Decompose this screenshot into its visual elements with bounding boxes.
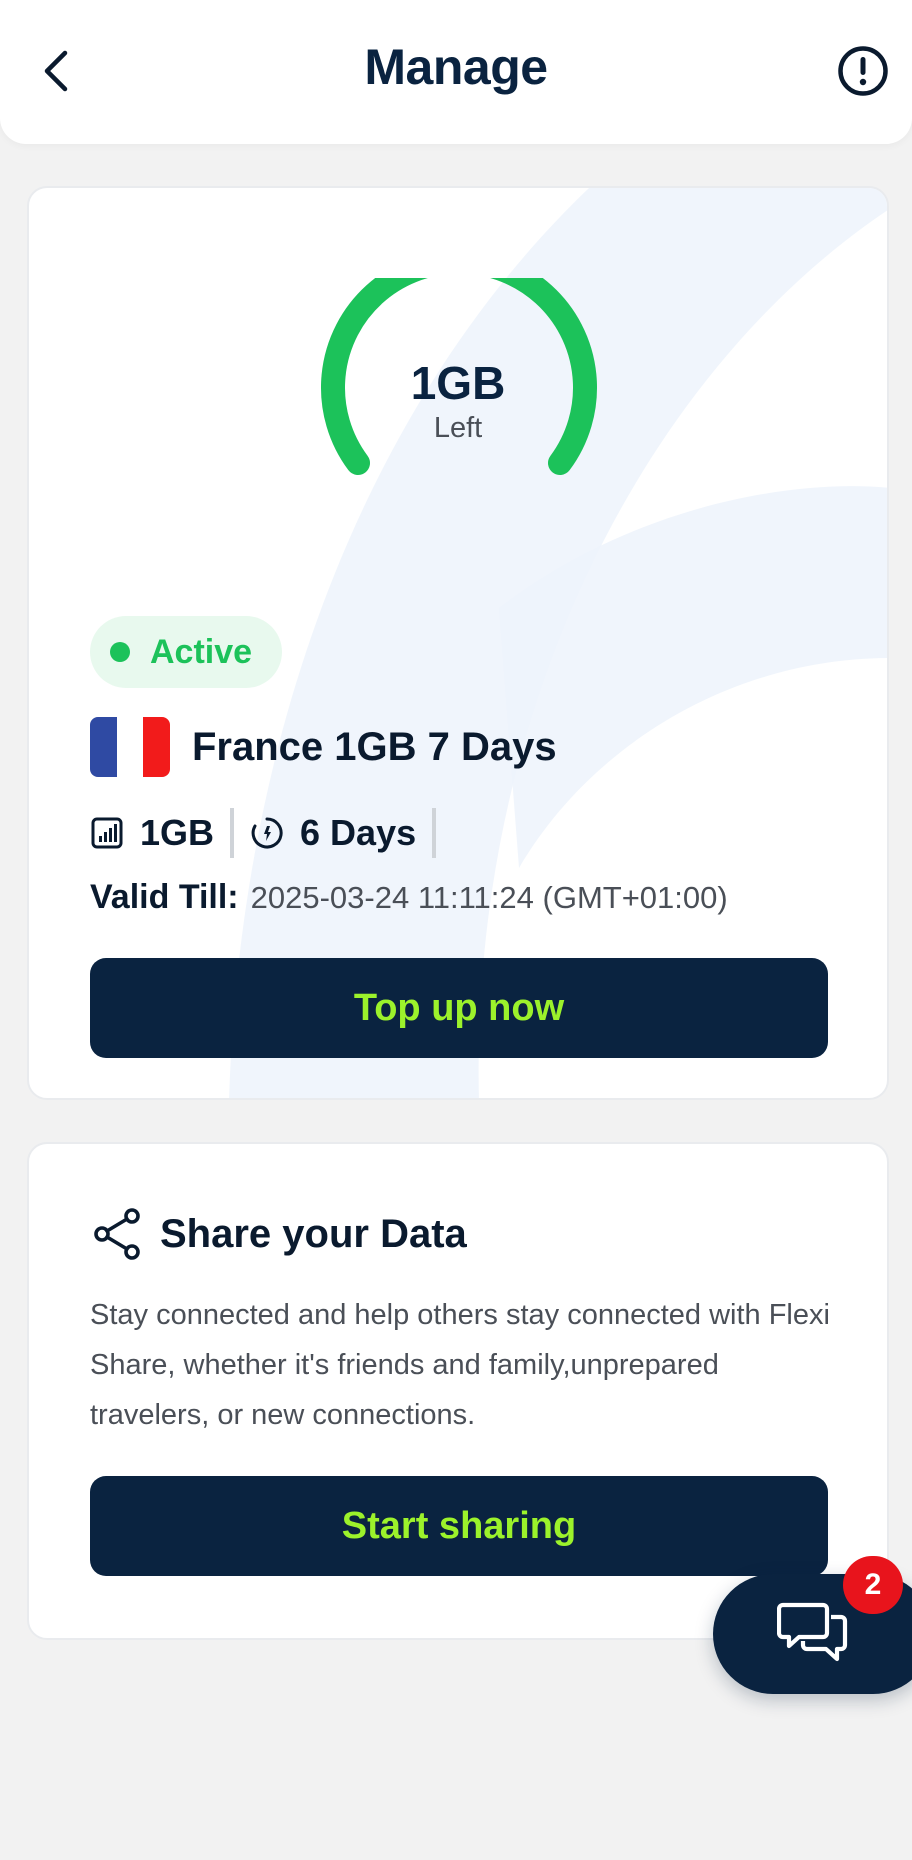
france-flag-icon — [90, 717, 170, 777]
chat-bubbles-icon — [777, 1602, 848, 1662]
info-button[interactable] — [832, 40, 894, 102]
chat-badge-count: 2 — [843, 1556, 903, 1614]
data-gauge: 1GB Left — [29, 278, 887, 538]
plan-name: France 1GB 7 Days — [192, 724, 557, 769]
valid-till-value: 2025-03-24 11:11:24 (GMT+01:00) — [250, 880, 728, 915]
share-header: Share your Data — [90, 1204, 467, 1264]
signal-bars-icon — [90, 816, 124, 850]
start-sharing-button[interactable]: Start sharing — [90, 1476, 828, 1576]
status-badge: Active — [90, 616, 282, 688]
meta-divider — [230, 808, 235, 858]
meta-divider — [432, 808, 437, 858]
exclamation-circle-icon — [838, 46, 888, 96]
status-dot — [110, 642, 130, 662]
valid-till-label: Valid Till: — [90, 878, 239, 916]
share-description: Stay connected and help others stay conn… — [90, 1299, 830, 1431]
duration: 6 Days — [300, 812, 417, 853]
gauge-label: Left — [433, 412, 483, 444]
plan-title-row: France 1GB 7 Days — [90, 716, 557, 778]
gauge-value: 1GB — [410, 357, 506, 409]
top-up-button[interactable]: Top up now — [90, 958, 828, 1058]
valid-till-row: Valid Till: 2025-03-24 11:11:24 (GMT+01:… — [90, 878, 728, 926]
app-header: Manage — [0, 0, 912, 144]
share-title: Share your Data — [160, 1211, 467, 1256]
plan-card: 1GB Left Active France 1GB 7 Days 1GB 6 … — [27, 186, 889, 1100]
data-amount: 1GB — [140, 812, 215, 853]
status-text: Active — [150, 632, 253, 671]
plan-meta-row: 1GB 6 Days — [90, 806, 452, 860]
page-title: Manage — [364, 39, 548, 95]
share-icon — [94, 1208, 140, 1260]
timer-icon — [250, 816, 284, 850]
share-card: Share your Data Stay connected and help … — [27, 1142, 889, 1640]
